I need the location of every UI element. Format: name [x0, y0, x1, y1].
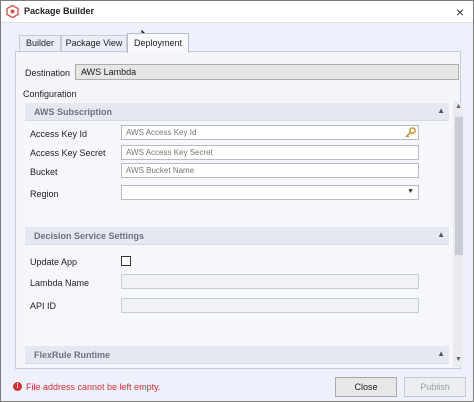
scroll-down-icon[interactable]: ▼	[454, 356, 463, 366]
access-key-secret-input[interactable]	[121, 145, 419, 160]
close-icon[interactable]: ×	[447, 1, 473, 23]
package-builder-window: Package Builder × Builder Package View D…	[0, 0, 474, 402]
title-bar: Package Builder ×	[1, 1, 473, 23]
destination-label: Destination	[25, 68, 71, 78]
chevron-down-icon: ▼	[407, 188, 414, 195]
lambda-name-input[interactable]	[121, 274, 419, 289]
tab-package-view[interactable]: Package View	[61, 35, 127, 52]
configuration-label: Configuration	[23, 89, 77, 99]
collapse-up-icon[interactable]: ▲	[437, 106, 445, 115]
api-id-input[interactable]	[121, 298, 419, 313]
tab-deployment[interactable]: Deployment	[127, 33, 189, 53]
section-title: AWS Subscription	[34, 107, 113, 117]
section-decision-service-settings[interactable]: Decision Service Settings ▲	[25, 227, 449, 245]
window-title: Package Builder	[24, 6, 95, 16]
tab-builder[interactable]: Builder	[19, 35, 61, 52]
close-button[interactable]: Close	[335, 377, 397, 397]
section-aws-subscription[interactable]: AWS Subscription ▲	[25, 103, 449, 121]
access-key-secret-label: Access Key Secret	[30, 148, 106, 158]
collapse-up-icon[interactable]: ▲	[437, 349, 445, 358]
region-select[interactable]: ▼	[121, 185, 419, 200]
update-app-label: Update App	[30, 257, 78, 267]
section-flexrule-runtime[interactable]: FlexRule Runtime ▲	[25, 346, 449, 364]
destination-select[interactable]: AWS Lambda ⌵	[75, 64, 459, 80]
access-key-id-input[interactable]	[121, 125, 419, 140]
lambda-name-label: Lambda Name	[30, 278, 90, 288]
collapse-up-icon[interactable]: ▲	[437, 230, 445, 239]
update-app-checkbox[interactable]	[121, 256, 131, 266]
section-title: FlexRule Runtime	[34, 350, 111, 360]
key-icon[interactable]	[405, 127, 416, 138]
access-key-id-label: Access Key Id	[30, 129, 88, 139]
app-logo-icon	[6, 5, 19, 18]
bucket-input[interactable]	[121, 163, 419, 178]
scroll-up-icon[interactable]: ▲	[454, 103, 463, 113]
region-label: Region	[30, 189, 59, 199]
api-id-label: API ID	[30, 301, 57, 311]
section-title: Decision Service Settings	[34, 231, 145, 241]
chevron-down-icon: ⌵	[81, 66, 88, 76]
error-icon: !	[13, 382, 22, 391]
bucket-label: Bucket	[30, 167, 58, 177]
error-message: File address cannot be left empty.	[26, 382, 161, 392]
scrollbar-thumb[interactable]	[455, 117, 463, 255]
publish-button[interactable]: Publish	[404, 377, 466, 397]
